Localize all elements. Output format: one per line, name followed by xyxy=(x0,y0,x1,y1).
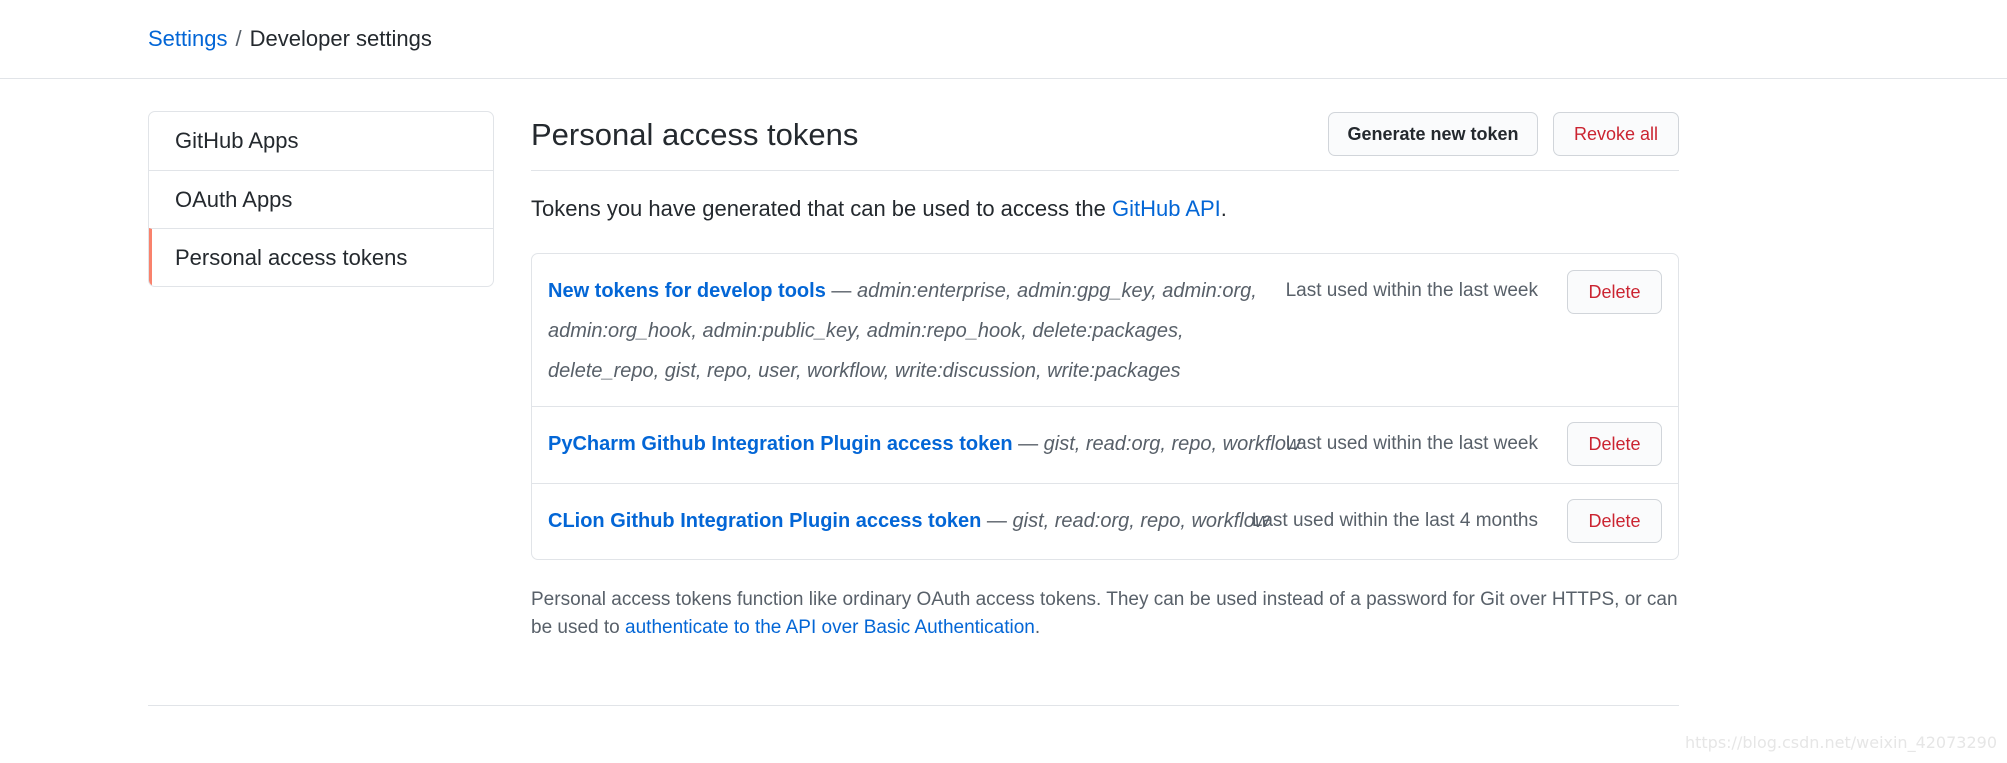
intro-text: Tokens you have generated that can be us… xyxy=(531,196,1227,222)
sidebar-item-github-apps[interactable]: GitHub Apps xyxy=(149,112,493,170)
token-last-used: Last used within the last 4 months xyxy=(1251,510,1538,531)
footnote: Personal access tokens function like ord… xyxy=(531,586,1679,642)
watermark: https://blog.csdn.net/weixin_42073290 xyxy=(1684,733,1997,752)
breadcrumb: Settings / Developer settings xyxy=(148,24,432,54)
delete-token-button[interactable]: Delete xyxy=(1567,422,1662,466)
main-content: Personal access tokens Generate new toke… xyxy=(531,111,1679,638)
intro-text-body: Tokens you have generated that can be us… xyxy=(531,196,1112,221)
intro-text-end: . xyxy=(1220,196,1227,221)
main-header: Personal access tokens Generate new toke… xyxy=(531,111,1679,171)
token-scopes: gist, read:org, repo, workflow xyxy=(1043,433,1301,455)
token-name-link[interactable]: CLion Github Integration Plugin access t… xyxy=(548,510,981,532)
token-scopes: gist, read:org, repo, workflow xyxy=(1012,510,1270,532)
breadcrumb-settings-link[interactable]: Settings xyxy=(148,26,228,51)
basic-auth-link[interactable]: authenticate to the API over Basic Authe… xyxy=(625,617,1035,638)
token-last-used: Last used within the last week xyxy=(1285,433,1538,454)
token-last-used: Last used within the last week xyxy=(1285,280,1538,301)
token-list: New tokens for develop tools — admin:ent… xyxy=(531,253,1679,560)
revoke-all-button[interactable]: Revoke all xyxy=(1553,112,1679,156)
delete-token-button[interactable]: Delete xyxy=(1567,270,1662,314)
sidebar-item-label: Personal access tokens xyxy=(175,244,408,270)
breadcrumb-separator: / xyxy=(235,26,242,51)
token-dash: — xyxy=(1012,433,1044,455)
token-name-link[interactable]: New tokens for develop tools xyxy=(548,280,826,302)
top-header: Settings / Developer settings xyxy=(0,0,2007,79)
generate-new-token-button[interactable]: Generate new token xyxy=(1328,112,1538,156)
github-api-link[interactable]: GitHub API xyxy=(1112,196,1221,221)
sidebar-item-oauth-apps[interactable]: OAuth Apps xyxy=(149,170,493,228)
sidebar-item-personal-access-tokens[interactable]: Personal access tokens xyxy=(149,228,493,286)
token-row: PyCharm Github Integration Plugin access… xyxy=(532,406,1678,483)
developer-settings-sidebar: GitHub Apps OAuth Apps Personal access t… xyxy=(148,111,494,287)
footnote-end: . xyxy=(1034,617,1041,638)
token-row: CLion Github Integration Plugin access t… xyxy=(532,483,1678,559)
token-dash: — xyxy=(825,280,857,302)
bottom-divider xyxy=(148,705,1679,706)
token-dash: — xyxy=(981,510,1013,532)
token-row: New tokens for develop tools — admin:ent… xyxy=(532,254,1678,406)
page-title: Personal access tokens xyxy=(531,117,859,152)
sidebar-item-label: OAuth Apps xyxy=(175,186,293,212)
token-description: New tokens for develop tools — admin:ent… xyxy=(548,271,1278,391)
token-name-link[interactable]: PyCharm Github Integration Plugin access… xyxy=(548,433,1013,455)
breadcrumb-current: Developer settings xyxy=(249,26,432,51)
delete-token-button[interactable]: Delete xyxy=(1567,499,1662,543)
sidebar-item-label: GitHub Apps xyxy=(175,128,299,153)
